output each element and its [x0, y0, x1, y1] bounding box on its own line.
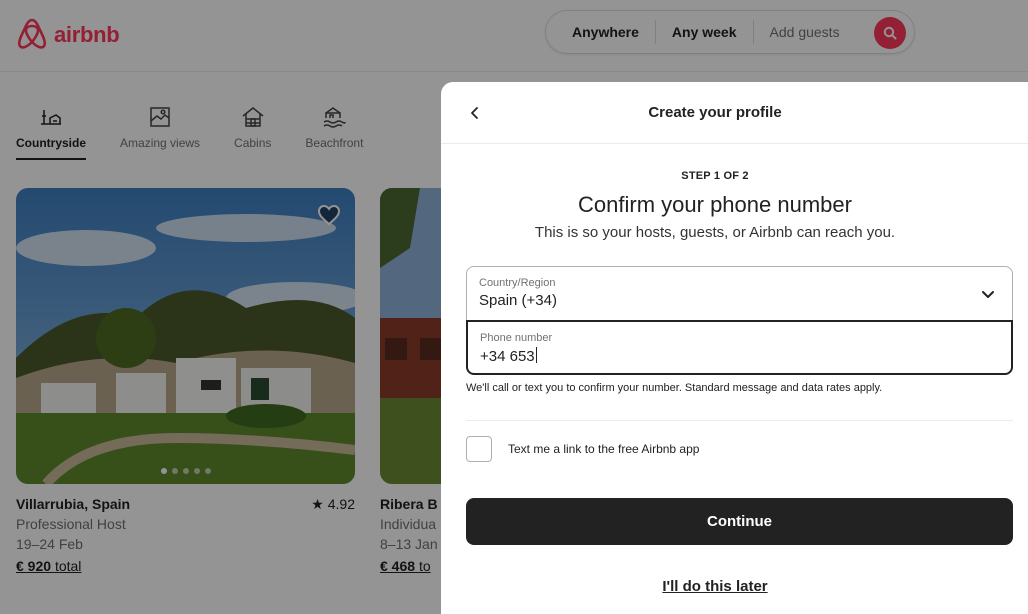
- page-title: Confirm your phone number: [578, 192, 852, 217]
- phone-number-label: Phone number: [480, 332, 553, 344]
- continue-button[interactable]: Continue: [466, 498, 1013, 545]
- phone-number-field[interactable]: Phone number +34 653: [466, 320, 1013, 375]
- country-region-label: Country/Region: [479, 277, 556, 289]
- app-link-option[interactable]: Text me a link to the free Airbnb app: [466, 436, 699, 462]
- step-indicator: STEP 1 OF 2: [681, 170, 749, 182]
- app-link-label: Text me a link to the free Airbnb app: [508, 442, 700, 456]
- app-link-checkbox[interactable]: [466, 436, 492, 462]
- country-region-value: Spain (+34): [479, 292, 557, 309]
- phone-form: Country/Region Spain (+34) Phone number …: [466, 266, 1013, 375]
- page-subtitle: This is so your hosts, guests, or Airbnb…: [534, 224, 896, 241]
- modal-title: Create your profile: [648, 104, 782, 121]
- phone-hint-text: We'll call or text you to confirm your n…: [466, 382, 883, 394]
- divider: [466, 420, 1013, 421]
- modal-header: Create your profile: [441, 82, 1028, 144]
- phone-number-value: +34 653: [480, 347, 999, 365]
- do-this-later-link[interactable]: I'll do this later: [441, 578, 989, 595]
- create-profile-modal: Create your profile STEP 1 OF 2 Confirm …: [441, 82, 1028, 614]
- country-region-select[interactable]: Country/Region Spain (+34): [466, 266, 1013, 320]
- chevron-down-icon: [982, 291, 994, 298]
